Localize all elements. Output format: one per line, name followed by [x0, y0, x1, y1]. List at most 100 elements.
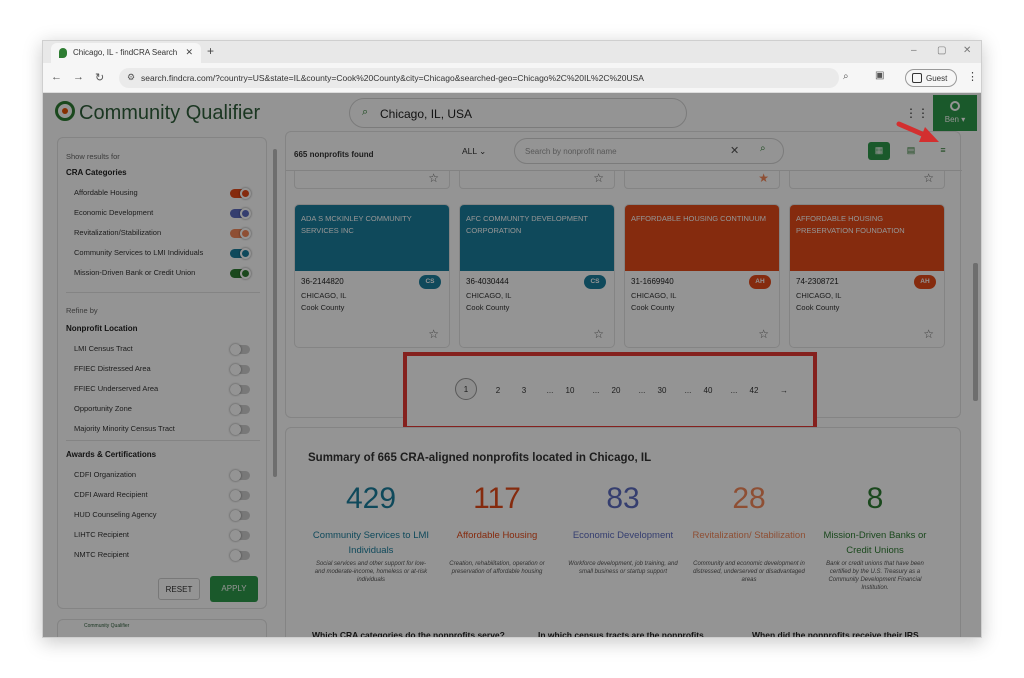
search-submit-icon[interactable]: ⌕	[760, 143, 766, 154]
app-logo[interactable]: Community Qualifier	[79, 102, 260, 125]
award-toggle[interactable]	[230, 470, 250, 481]
minimize-icon[interactable]: –	[911, 45, 917, 56]
nonprofit-county: Cook County	[631, 303, 675, 312]
nonprofit-card[interactable]: AFFORDABLE HOUSING CONTINUUM 31-1669940 CH…	[624, 204, 780, 348]
location-toggle[interactable]	[230, 404, 250, 415]
zoom-icon[interactable]: ⌕	[843, 71, 849, 82]
category-toggle[interactable]	[230, 208, 251, 219]
category-filter-value: ALL	[462, 146, 477, 156]
toggle-knob	[230, 470, 241, 481]
nonprofit-county: Cook County	[301, 303, 345, 312]
category-toggle[interactable]	[230, 268, 251, 279]
url-text: search.findcra.com/?country=US&state=IL&…	[141, 73, 644, 83]
page-current[interactable]: 1	[455, 378, 477, 400]
nonprofit-ein: 36-2144820	[301, 277, 344, 286]
nonprofit-ein: 74-2308721	[796, 277, 839, 286]
page-link[interactable]: 42	[745, 386, 763, 395]
category-toggle[interactable]	[230, 188, 251, 199]
reload-icon[interactable]: ↻	[95, 71, 104, 84]
star-icon[interactable]: ☆	[593, 171, 604, 185]
stat-label: Economic Development	[572, 530, 674, 541]
nonprofit-name[interactable]: AFFORDABLE HOUSING CONTINUUM	[631, 214, 766, 223]
toggle-knob	[230, 530, 241, 541]
stat-label: Revitalization/ Stabilization	[692, 530, 806, 541]
star-icon[interactable]: ☆	[428, 171, 439, 185]
nonprofit-name[interactable]: AFFORDABLE HOUSING PRESERVATION FOUNDATI…	[796, 214, 905, 235]
url-field[interactable]: ⚙ search.findcra.com/?country=US&state=I…	[119, 68, 839, 88]
category-label: Revitalization/Stabilization	[74, 228, 162, 237]
nonprofit-ein: 36-4030444	[466, 277, 509, 286]
back-icon[interactable]: ←	[51, 71, 62, 83]
nonprofit-search-input[interactable]: Search by nonprofit name	[514, 138, 784, 164]
awards-heading: Awards & Certifications	[66, 450, 157, 459]
location-toggle[interactable]	[230, 344, 250, 355]
user-name: Ben	[944, 115, 959, 124]
nonprofit-card[interactable]: ADA S MCKINLEY COMMUNITY SERVICES INC 36-…	[294, 204, 450, 348]
star-icon[interactable]: ☆	[758, 327, 769, 341]
page-ellipsis: ...	[684, 386, 692, 395]
toggle-knob	[230, 364, 241, 375]
forward-icon[interactable]: →	[73, 71, 84, 83]
close-window-icon[interactable]: ✕	[963, 45, 971, 56]
close-tab-icon[interactable]: ✕	[185, 47, 193, 58]
page-link[interactable]: 20	[607, 386, 625, 395]
logo-icon	[55, 101, 75, 121]
toggle-knob	[230, 384, 241, 395]
new-tab-icon[interactable]: +	[207, 44, 214, 58]
browser-tab[interactable]: Chicago, IL - findCRA Search ✕	[51, 43, 201, 63]
stat-label: Mission-Driven Banks or Credit Unions	[823, 530, 927, 556]
page-link[interactable]: 10	[561, 386, 579, 395]
nonprofit-card[interactable]: AFC COMMUNITY DEVELOPMENT CORPORATION 36-…	[459, 204, 615, 348]
star-icon[interactable]: ☆	[428, 327, 439, 341]
toggle-knob	[240, 188, 251, 199]
page-link[interactable]: 40	[699, 386, 717, 395]
toggle-knob	[230, 510, 241, 521]
card-header: AFFORDABLE HOUSING PRESERVATION FOUNDATI…	[790, 205, 944, 271]
sidebar-scrollbar[interactable]	[273, 149, 277, 477]
page-link[interactable]: 30	[653, 386, 671, 395]
nonprofit-name[interactable]: ADA S MCKINLEY COMMUNITY SERVICES INC	[301, 214, 412, 235]
browser-menu-icon[interactable]: ⋮	[967, 70, 978, 83]
reset-button[interactable]: RESET	[158, 578, 200, 600]
restore-icon[interactable]: ▢	[937, 45, 946, 56]
profile-button[interactable]: Guest	[905, 69, 957, 87]
category-label: Community Services to LMI Individuals	[74, 248, 204, 257]
page-link[interactable]: 2	[489, 386, 507, 395]
location-toggle[interactable]	[230, 384, 250, 395]
page-link[interactable]: 3	[515, 386, 533, 395]
location-search-input[interactable]: ⌕ Chicago, IL, USA	[349, 98, 687, 128]
nonprofit-county: Cook County	[466, 303, 510, 312]
stat-label: Affordable Housing	[456, 530, 538, 541]
next-page-icon[interactable]: →	[775, 386, 793, 395]
award-toggle[interactable]	[230, 490, 250, 501]
location-toggle[interactable]	[230, 364, 250, 375]
card-header: AFFORDABLE HOUSING CONTINUUM	[625, 205, 779, 271]
nonprofit-card[interactable]: AFFORDABLE HOUSING PRESERVATION FOUNDATI…	[789, 204, 945, 348]
star-icon[interactable]: ☆	[593, 327, 604, 341]
cast-icon[interactable]: ▣	[875, 70, 884, 81]
star-icon[interactable]: ☆	[923, 327, 934, 341]
site-info-icon[interactable]: ⚙	[127, 72, 135, 83]
award-toggle[interactable]	[230, 510, 250, 521]
award-toggle[interactable]	[230, 530, 250, 541]
browser-window: Chicago, IL - findCRA Search ✕ + – ▢ ✕ ←…	[42, 40, 982, 638]
page-ellipsis: ...	[730, 386, 738, 395]
award-toggle[interactable]	[230, 550, 250, 561]
nonprofit-city: CHICAGO, IL	[301, 291, 347, 300]
nonprofit-name[interactable]: AFC COMMUNITY DEVELOPMENT CORPORATION	[466, 214, 588, 235]
star-filled-icon[interactable]: ★	[758, 171, 769, 185]
category-filter-dropdown[interactable]: ALL ⌄	[462, 146, 486, 157]
clear-search-icon[interactable]: ✕	[730, 144, 739, 157]
stat-number: 8	[866, 482, 884, 515]
card-header: AFC COMMUNITY DEVELOPMENT CORPORATION	[460, 205, 614, 271]
category-toggle[interactable]	[230, 248, 251, 259]
location-toggle[interactable]	[230, 424, 250, 435]
category-toggle[interactable]	[230, 228, 251, 239]
stat-description: Community and economic development in di…	[693, 561, 805, 583]
summary-panel: Summary of 665 CRA-aligned nonprofits lo…	[285, 427, 961, 637]
main-scrollbar[interactable]	[973, 263, 978, 401]
toggle-knob	[230, 490, 241, 501]
grid-view-button[interactable]: ▦	[868, 142, 890, 160]
apply-button[interactable]: APPLY	[210, 576, 258, 602]
star-icon[interactable]: ☆	[923, 171, 934, 185]
